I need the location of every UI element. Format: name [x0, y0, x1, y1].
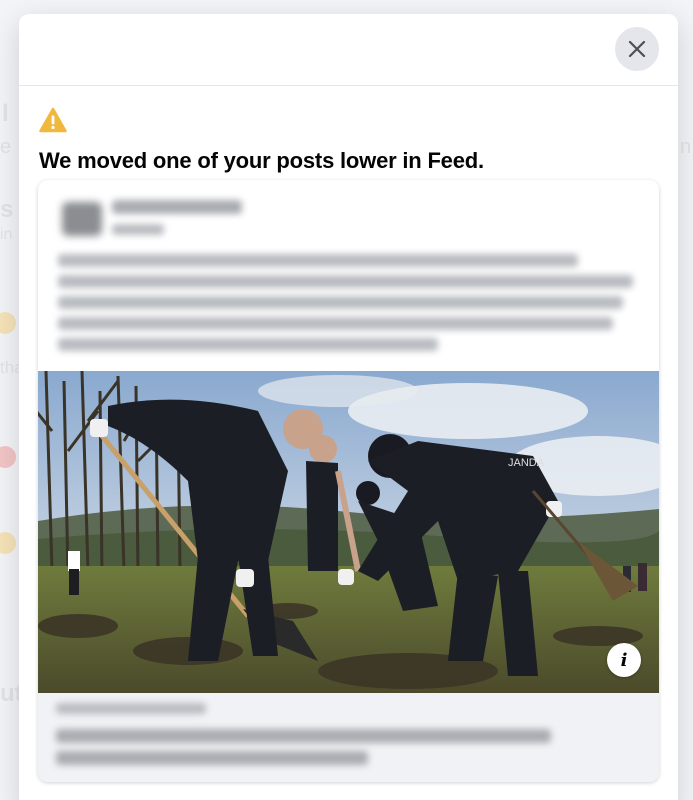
post-text-line-redacted — [58, 275, 633, 288]
dialog-header — [19, 14, 678, 86]
dialog-title: We moved one of your posts lower in Feed… — [39, 148, 484, 173]
link-preview-footer[interactable] — [38, 693, 659, 782]
info-icon: i — [620, 649, 628, 671]
link-domain-redacted — [56, 703, 206, 714]
warning-triangle-icon — [39, 107, 67, 133]
info-button[interactable]: i — [607, 643, 641, 677]
author-avatar — [62, 202, 102, 236]
link-title-redacted — [56, 729, 551, 743]
post-demoted-dialog: We moved one of your posts lower in Feed… — [19, 14, 678, 800]
uniform-text: JANDA — [508, 457, 545, 469]
close-button[interactable] — [615, 27, 659, 71]
post-text-line-redacted — [58, 296, 623, 309]
post-photo[interactable]: JANDA i — [38, 371, 659, 693]
tree-planting-photo: JANDA — [38, 371, 659, 693]
post-text-line-redacted — [58, 338, 438, 351]
post-text-line-redacted — [58, 254, 578, 267]
post-timestamp-redacted — [112, 224, 164, 235]
close-icon — [628, 40, 646, 58]
post-text-line-redacted — [58, 317, 613, 330]
author-name-redacted — [112, 200, 242, 214]
link-title-redacted — [56, 751, 368, 765]
post-preview-card[interactable]: JANDA i — [38, 180, 659, 782]
